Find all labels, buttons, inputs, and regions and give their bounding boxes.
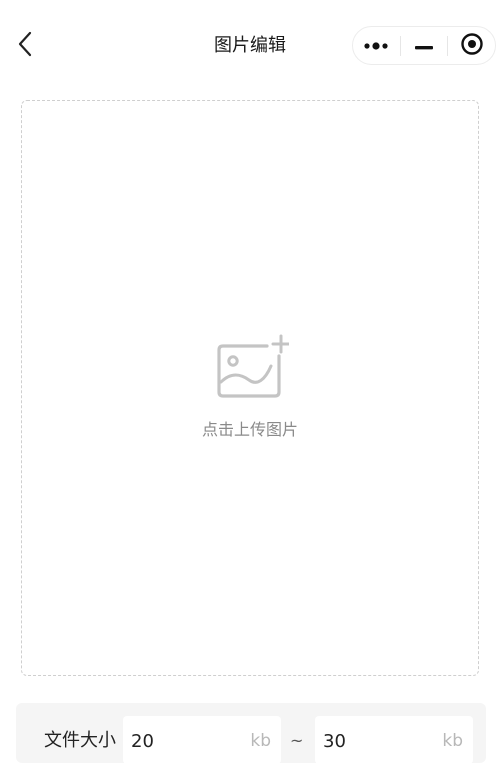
image-add-icon <box>215 334 291 400</box>
back-button[interactable] <box>8 28 42 64</box>
image-upload-area[interactable]: 点击上传图片 <box>21 100 479 676</box>
file-size-panel: 文件大小 kb ~ kb <box>16 703 486 764</box>
minimize-button[interactable] <box>401 27 448 64</box>
file-size-label: 文件大小 <box>44 730 116 751</box>
min-size-unit: kb <box>250 731 271 751</box>
max-size-field[interactable]: kb <box>315 716 473 764</box>
range-separator: ~ <box>290 731 304 750</box>
chevron-left-icon <box>17 31 33 61</box>
navigation-bar: 图片编辑 <box>0 0 500 92</box>
mini-program-capsule <box>352 26 496 65</box>
min-size-field[interactable]: kb <box>123 716 281 764</box>
close-button[interactable] <box>448 27 495 64</box>
max-size-input[interactable] <box>323 728 423 754</box>
upload-label: 点击上传图片 <box>201 420 298 439</box>
min-size-input[interactable] <box>131 728 231 754</box>
target-close-icon <box>460 32 484 60</box>
minimize-icon <box>414 36 434 55</box>
more-button[interactable] <box>353 27 400 64</box>
max-size-unit: kb <box>442 731 463 751</box>
page-title: 图片编辑 <box>214 35 286 56</box>
more-dots-icon <box>363 36 389 55</box>
